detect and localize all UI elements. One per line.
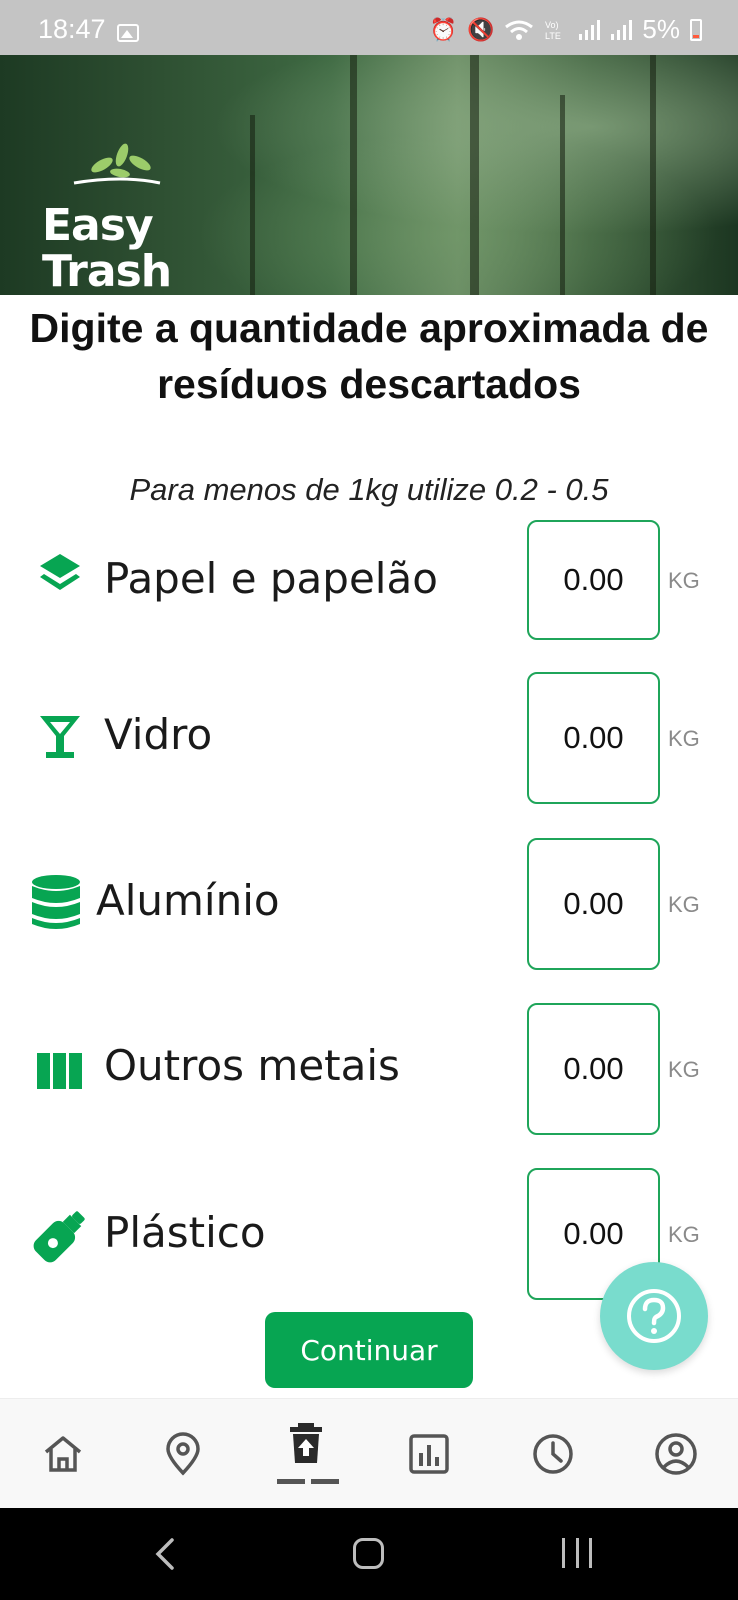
quantity-input-vidro[interactable]: 0.00 xyxy=(527,672,660,804)
svg-text:Vo): Vo) xyxy=(545,20,559,30)
help-button[interactable] xyxy=(600,1262,708,1370)
wifi-icon xyxy=(505,20,534,40)
material-label: Vidro xyxy=(104,710,213,759)
alarm-icon: ⏰ xyxy=(429,16,458,42)
material-label: Alumínio xyxy=(96,876,280,925)
profile-icon[interactable] xyxy=(653,1431,699,1477)
quantity-input-papel[interactable]: 0.00 xyxy=(527,520,660,640)
unit-label: KG xyxy=(668,1057,700,1082)
bottle-icon xyxy=(33,1211,85,1263)
material-label: Plástico xyxy=(104,1208,266,1257)
recent-apps-icon[interactable] xyxy=(562,1538,592,1568)
home-icon[interactable] xyxy=(40,1431,86,1477)
unit-label: KG xyxy=(668,726,700,751)
header-banner: Easy Trash xyxy=(0,55,738,295)
material-row-aluminio: Alumínio 0.00 KG xyxy=(0,838,738,970)
database-icon xyxy=(32,875,80,929)
back-icon[interactable] xyxy=(150,1536,182,1572)
gallery-icon xyxy=(117,24,139,42)
unit-label: KG xyxy=(668,892,700,917)
continue-button[interactable]: Continuar xyxy=(265,1312,473,1388)
status-bar: 18:47 ⏰ 🔇 Vo) LTE 5% xyxy=(0,0,738,55)
location-icon[interactable] xyxy=(160,1431,206,1477)
columns-icon xyxy=(37,1053,82,1089)
material-label: Papel e papelão xyxy=(104,554,438,603)
page-subtitle: Para menos de 1kg utilize 0.2 - 0.5 xyxy=(129,472,609,507)
quantity-input-outros-metais[interactable]: 0.00 xyxy=(527,1003,660,1135)
layers-icon xyxy=(40,554,80,590)
system-navigation-bar xyxy=(0,1508,738,1600)
unit-label: KG xyxy=(668,1222,700,1247)
mute-icon: 🔇 xyxy=(467,16,495,42)
signal-icon xyxy=(611,19,633,40)
signal-icon xyxy=(579,19,601,40)
material-row-vidro: Vidro 0.00 KG xyxy=(0,672,738,804)
quantity-input-aluminio[interactable]: 0.00 xyxy=(527,838,660,970)
page-title: Digite a quantidade aproximada de resídu… xyxy=(29,305,709,407)
clock-icon[interactable] xyxy=(530,1431,576,1477)
battery-percent: 5% xyxy=(642,14,680,44)
glass-icon xyxy=(40,716,80,758)
active-tab-indicator xyxy=(277,1479,339,1484)
home-button-icon[interactable] xyxy=(353,1538,384,1569)
material-row-outros-metais: Outros metais 0.00 KG xyxy=(0,1003,738,1135)
status-time: 18:47 xyxy=(38,14,106,44)
battery-icon xyxy=(690,18,702,41)
trash-upload-icon[interactable] xyxy=(283,1421,329,1467)
unit-label: KG xyxy=(668,568,700,593)
logo-text-trash: Trash xyxy=(42,246,172,295)
volte-icon: Vo)LTE xyxy=(545,20,561,41)
logo-text-easy: Easy xyxy=(42,200,154,251)
bottom-navigation xyxy=(0,1398,738,1508)
status-icons: ⏰ 🔇 Vo) LTE 5% xyxy=(430,14,702,45)
chart-icon[interactable] xyxy=(406,1431,452,1477)
question-icon xyxy=(627,1289,681,1343)
material-row-papel: Papel e papelão 0.00 KG xyxy=(0,520,738,640)
svg-text:LTE: LTE xyxy=(545,31,561,41)
sprout-icon xyxy=(73,143,161,185)
material-label: Outros metais xyxy=(104,1041,400,1090)
